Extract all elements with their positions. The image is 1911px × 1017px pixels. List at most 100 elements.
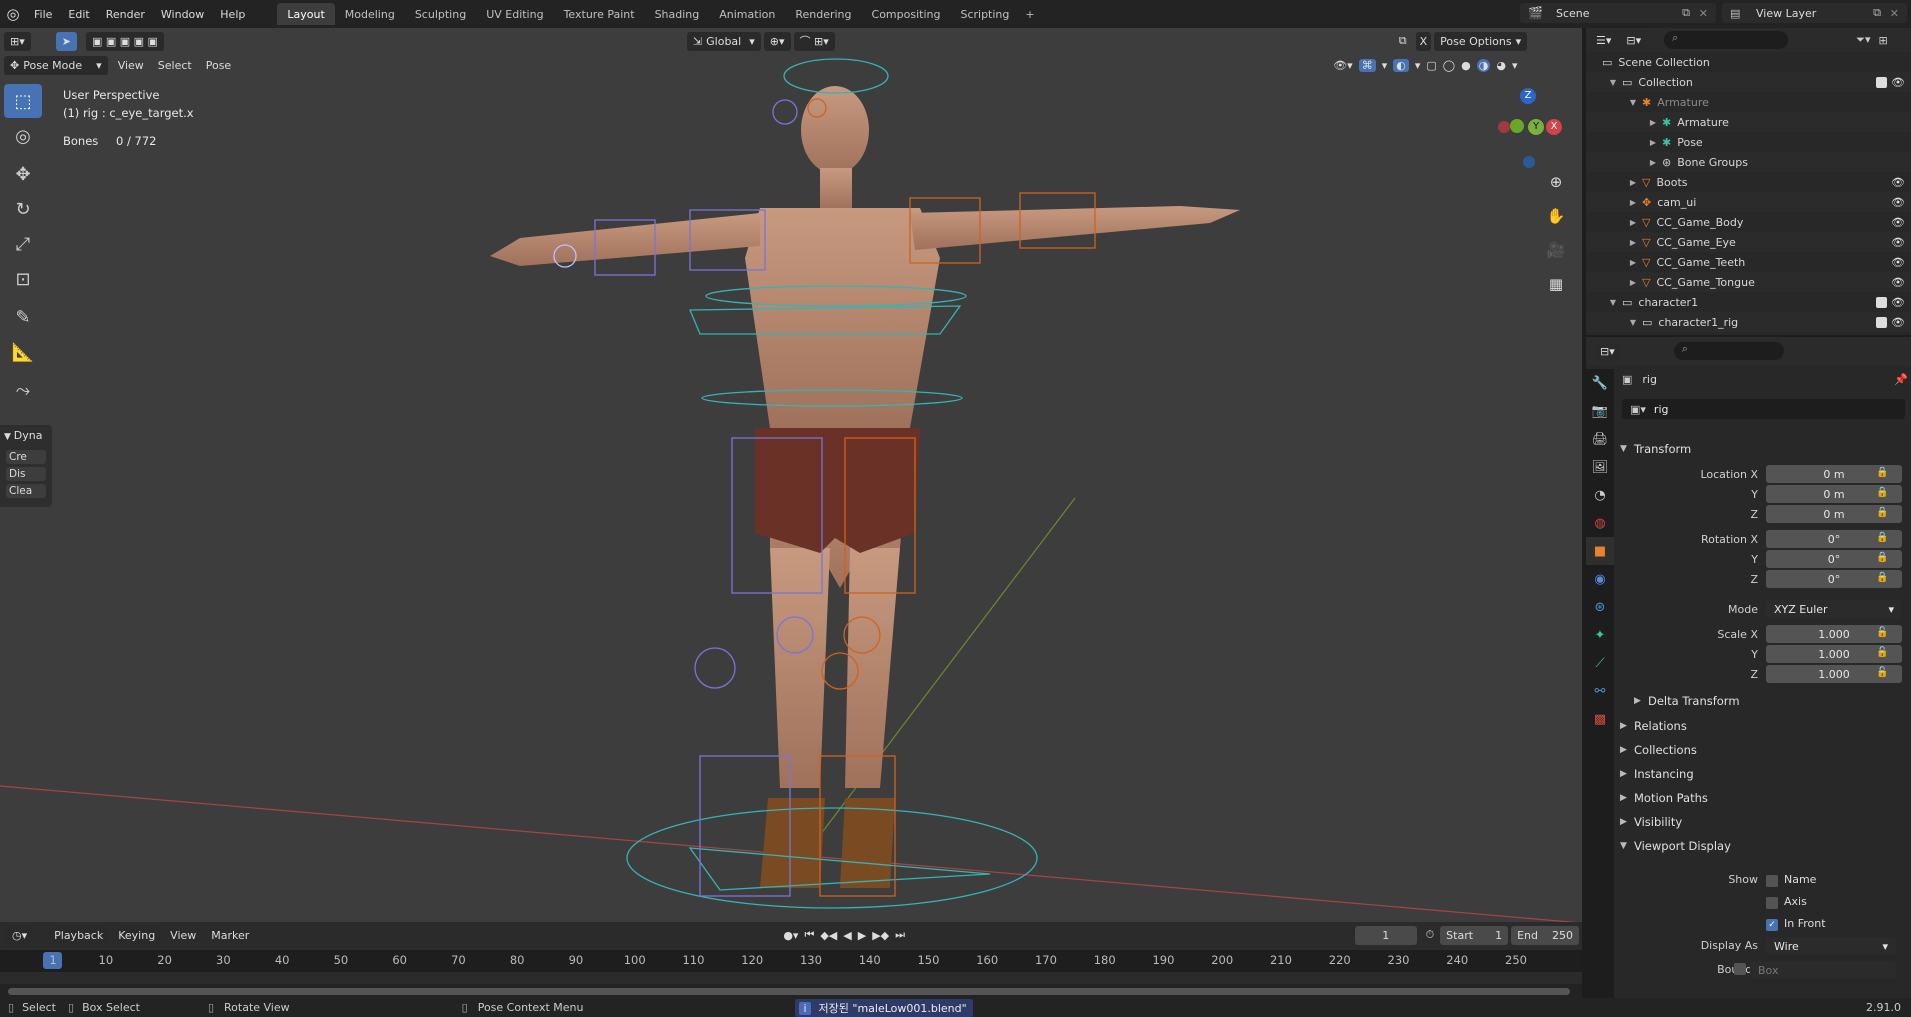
outliner-row[interactable]: ▼ ▭ Collection 👁 [1586,72,1911,92]
gizmo-z-neg[interactable] [1523,156,1535,168]
jump-start-icon[interactable]: ⏮ [804,928,814,942]
play-icon[interactable]: ▶ [858,929,866,942]
current-frame-field[interactable]: 1 [1355,925,1417,945]
expand-icon[interactable]: ▼ [1586,78,1620,87]
lock-icon[interactable]: 🔒 [1876,507,1888,518]
transform-orientation[interactable]: ⇲ Global ▾ [686,31,761,51]
timeline-menu-playback[interactable]: Playback [48,925,110,945]
timeline-menu-view[interactable]: View [164,926,202,945]
measure-icon[interactable]: 📐 [4,335,42,369]
unlock-icon[interactable]: 🔓 [1876,667,1888,678]
solid-shading-icon[interactable]: ● [1461,59,1471,72]
mode-selector[interactable]: ✥ Pose Mode ▾ [4,55,108,75]
bone-envelope-icon[interactable]: ⤳ [4,373,42,407]
expand-icon[interactable]: ▶ [1586,278,1640,287]
x-mirror-icon[interactable]: ⧉ [1393,32,1413,51]
lock-icon[interactable]: 🔒 [1876,532,1888,543]
lock-icon[interactable]: 🔒 [1876,552,1888,563]
viewport-menu-view[interactable]: View [111,59,151,72]
pan-hand-icon[interactable]: ✋ [1542,202,1570,230]
viewport-menu-pose[interactable]: Pose [199,59,238,72]
tab-compositing[interactable]: Compositing [862,3,951,25]
section-motion-paths[interactable]: ▶ Motion Paths [1620,787,1907,809]
eye-icon[interactable]: 👁 [1891,236,1905,249]
expand-icon[interactable]: ▶ [1586,158,1660,167]
move-icon[interactable]: ✥ [4,157,42,191]
constraints-tab-icon[interactable]: ⚯ [1586,677,1614,705]
rotation-mode-dropdown[interactable]: XYZ Euler ▾ [1766,600,1902,618]
editor-type-icon[interactable]: ⊞▾ [4,31,31,51]
eye-icon[interactable]: 👁 [1891,276,1905,289]
visibility-icon[interactable]: 👁▾ [1333,59,1353,72]
rotate-icon[interactable]: ↻ [4,192,42,226]
x-mirror-button[interactable]: X [1415,31,1432,51]
section-relations[interactable]: ▶ Relations [1620,715,1907,737]
expand-icon[interactable]: ▶ [1586,178,1640,187]
expand-icon[interactable]: ▼ [1586,318,1640,327]
select-tool-icon[interactable]: ➤ [55,31,77,51]
grid-icon[interactable]: ▦ [1542,270,1570,298]
gizmo-y[interactable]: Y [1528,119,1544,135]
outliner-row[interactable]: ▶ ▽ CC_Game_Body 👁 [1586,212,1911,232]
viewport-menu-select[interactable]: Select [151,59,199,72]
bounds-dropdown[interactable]: Box [1750,961,1896,979]
select-box-icon[interactable]: ⬚ [4,84,42,118]
material-shading-icon[interactable]: ◑ [1476,58,1491,72]
armature-data-tab-icon[interactable]: ⟋ [1586,649,1614,677]
pin-icon[interactable]: 📌 [1894,373,1908,386]
outliner-row[interactable]: ▶ ✱ Pose [1586,132,1911,152]
outliner-row[interactable]: ▶ ▽ Boots 👁 [1586,172,1911,192]
bounds-checkbox[interactable] [1734,963,1746,975]
world-tab-icon[interactable]: ◍ [1586,509,1614,537]
prev-keyframe-icon[interactable]: ◆◀ [820,929,837,942]
eye-icon[interactable]: 👁 [1891,176,1905,189]
tab-animation[interactable]: Animation [709,3,785,25]
menu-help[interactable]: Help [212,8,253,21]
dyna-tab[interactable]: ▼ Dyna [0,425,52,446]
filter-icon[interactable]: ⏷▾ [1856,33,1870,47]
transform-section[interactable]: ▼ Transform [1620,438,1907,460]
output-tab-icon[interactable]: 🖨 [1586,425,1614,453]
timeline-menu-marker[interactable]: Marker [205,926,255,945]
timeline-menu-keying[interactable]: Keying [112,925,162,945]
eye-icon[interactable]: 👁 [1891,196,1905,209]
snap-icon[interactable]: ⌒ ⊞▾ [793,31,835,51]
menu-render[interactable]: Render [98,8,153,21]
transform-icon[interactable]: ⊡ [4,262,42,296]
texture-tab-icon[interactable]: ▩ [1586,705,1614,733]
object-name-field[interactable]: ▣▾ rig [1622,399,1905,419]
menu-file[interactable]: File [26,8,60,21]
lock-icon[interactable]: 🔒 [1876,487,1888,498]
view-layer-selector[interactable]: ▤ View Layer ⧉ ✕ [1722,3,1907,23]
outliner-row[interactable]: ▼ ✱ Armature [1586,92,1911,112]
frame-ruler[interactable]: 1 10 20 30 40 50 60 70 80 90 100 110 120 130 140 150 160… [0,950,1582,972]
outliner-row[interactable]: ▶ ▽ CC_Game_Eye 👁 [1586,232,1911,252]
outliner-row[interactable]: ▭ Scene Collection [1586,52,1911,72]
eye-icon[interactable]: 👁 [1891,76,1905,89]
view-layer-tab-icon[interactable]: 🖼 [1586,453,1614,481]
play-reverse-icon[interactable]: ◀ [843,929,851,942]
menu-edit[interactable]: Edit [60,8,97,21]
exclude-checkbox[interactable] [1876,76,1887,88]
dyna-button[interactable]: Dis [6,467,46,481]
jump-end-icon[interactable]: ⏭ [895,928,905,942]
gizmo-x[interactable]: X [1546,119,1562,135]
outliner-row[interactable]: ▼ ▭ character1 👁 [1586,292,1911,312]
expand-icon[interactable]: ▶ [1586,198,1640,207]
close-icon[interactable]: ✕ [1699,7,1708,20]
scene-tab-icon[interactable]: ◔ [1586,481,1614,509]
record-icon[interactable]: ●▾ [783,929,798,942]
outliner-row[interactable]: ▶ ▽ CC_Game_Tongue 👁 [1586,272,1911,292]
object-data-icon[interactable]: ▣▾ [1622,403,1654,416]
eye-icon[interactable]: 👁 [1891,216,1905,229]
wireframe-shading-icon[interactable]: ◯ [1443,59,1455,72]
lock-icon[interactable]: 🔒 [1876,467,1888,478]
new-collection-icon[interactable]: ⊞ [1878,34,1887,47]
eye-icon[interactable]: 👁 [1891,316,1905,329]
lock-icon[interactable]: 🔒 [1876,572,1888,583]
cursor-icon[interactable]: ◎ [4,119,42,153]
viewport-display-section[interactable]: ▼ Viewport Display [1620,835,1907,857]
section-visibility[interactable]: ▶ Visibility [1620,811,1907,833]
expand-icon[interactable]: ▶ [1586,258,1640,267]
outliner-row[interactable]: ▼ ▭ character1_rig 👁 [1586,312,1911,332]
